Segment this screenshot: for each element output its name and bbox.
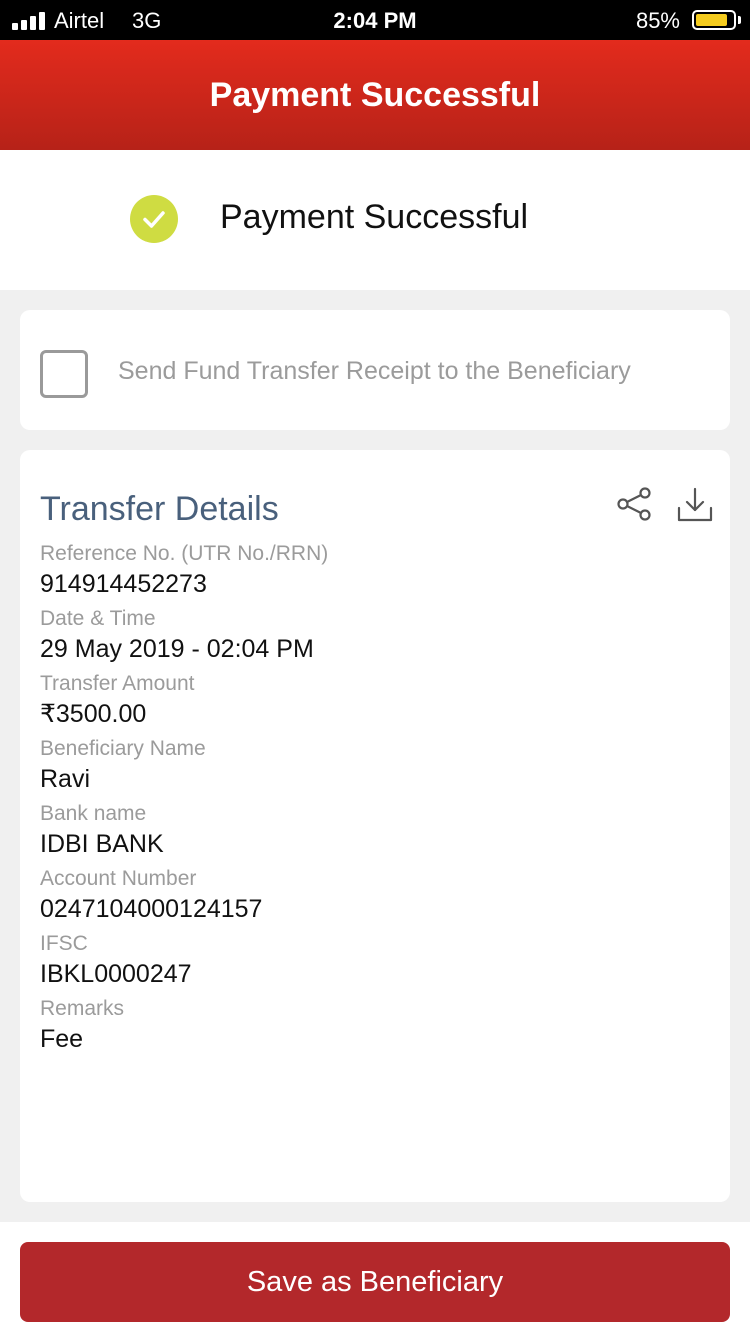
success-message: Payment Successful [220, 198, 529, 236]
detail-label: Account Number [40, 867, 197, 890]
detail-label: Remarks [40, 997, 125, 1020]
send-receipt-label[interactable]: Send Fund Transfer Receipt to the Benefi… [118, 357, 631, 386]
checkmark-icon [143, 211, 165, 228]
detail-value: Fee [40, 1025, 84, 1053]
detail-label: Beneficiary Name [40, 737, 206, 760]
detail-value: IDBI BANK [40, 830, 164, 858]
detail-item-reference: Reference No. (UTR No./RRN) 914914452273 [40, 540, 328, 605]
detail-label: Date & Time [40, 607, 156, 630]
battery-icon [692, 10, 736, 30]
success-panel: Payment Successful [0, 150, 750, 290]
detail-label: Bank name [40, 802, 147, 825]
app-header: Payment Successful [0, 40, 750, 150]
detail-item-beneficiary-name: Beneficiary Name Ravi [40, 735, 328, 800]
battery-percentage: 85% [635, 8, 680, 33]
detail-value: 29 May 2019 - 02:04 PM [40, 635, 314, 663]
page-title: Payment Successful [209, 75, 541, 114]
download-icon[interactable] [676, 486, 714, 524]
detail-item-amount: Transfer Amount ₹3500.00 [40, 670, 328, 735]
receipt-option-card: Send Fund Transfer Receipt to the Benefi… [20, 310, 730, 430]
transfer-details-card: Transfer Details Reference No. (UTR No./… [20, 450, 730, 1202]
detail-value: 914914452273 [40, 570, 207, 598]
send-receipt-checkbox[interactable] [40, 350, 88, 398]
detail-value: 0247104000124157 [40, 895, 263, 923]
detail-value: IBKL0000247 [40, 960, 192, 988]
save-as-beneficiary-button[interactable]: Save as Beneficiary [20, 1242, 730, 1322]
detail-item-remarks: Remarks Fee [40, 995, 328, 1060]
footer: Save as Beneficiary [0, 1222, 750, 1334]
battery-tip [738, 16, 741, 24]
status-bar: Airtel 3G 2:04 PM 85% [0, 0, 750, 40]
detail-item-date-time: Date & Time 29 May 2019 - 02:04 PM [40, 605, 328, 670]
save-as-beneficiary-label: Save as Beneficiary [246, 1265, 504, 1298]
transfer-details-title: Transfer Details [40, 490, 279, 528]
detail-label: Transfer Amount [40, 672, 195, 695]
share-icon[interactable] [616, 486, 652, 522]
detail-value: ₹3500.00 [40, 700, 147, 728]
check-circle-icon [130, 195, 178, 243]
detail-value: Ravi [40, 765, 91, 793]
battery-fill [696, 14, 727, 26]
detail-item-account-number: Account Number 0247104000124157 [40, 865, 328, 930]
detail-item-ifsc: IFSC IBKL0000247 [40, 930, 328, 995]
transfer-details-list: Reference No. (UTR No./RRN) 914914452273… [40, 540, 328, 1060]
detail-label: Reference No. (UTR No./RRN) [40, 542, 329, 565]
detail-label: IFSC [40, 932, 88, 955]
detail-item-bank-name: Bank name IDBI BANK [40, 800, 328, 865]
